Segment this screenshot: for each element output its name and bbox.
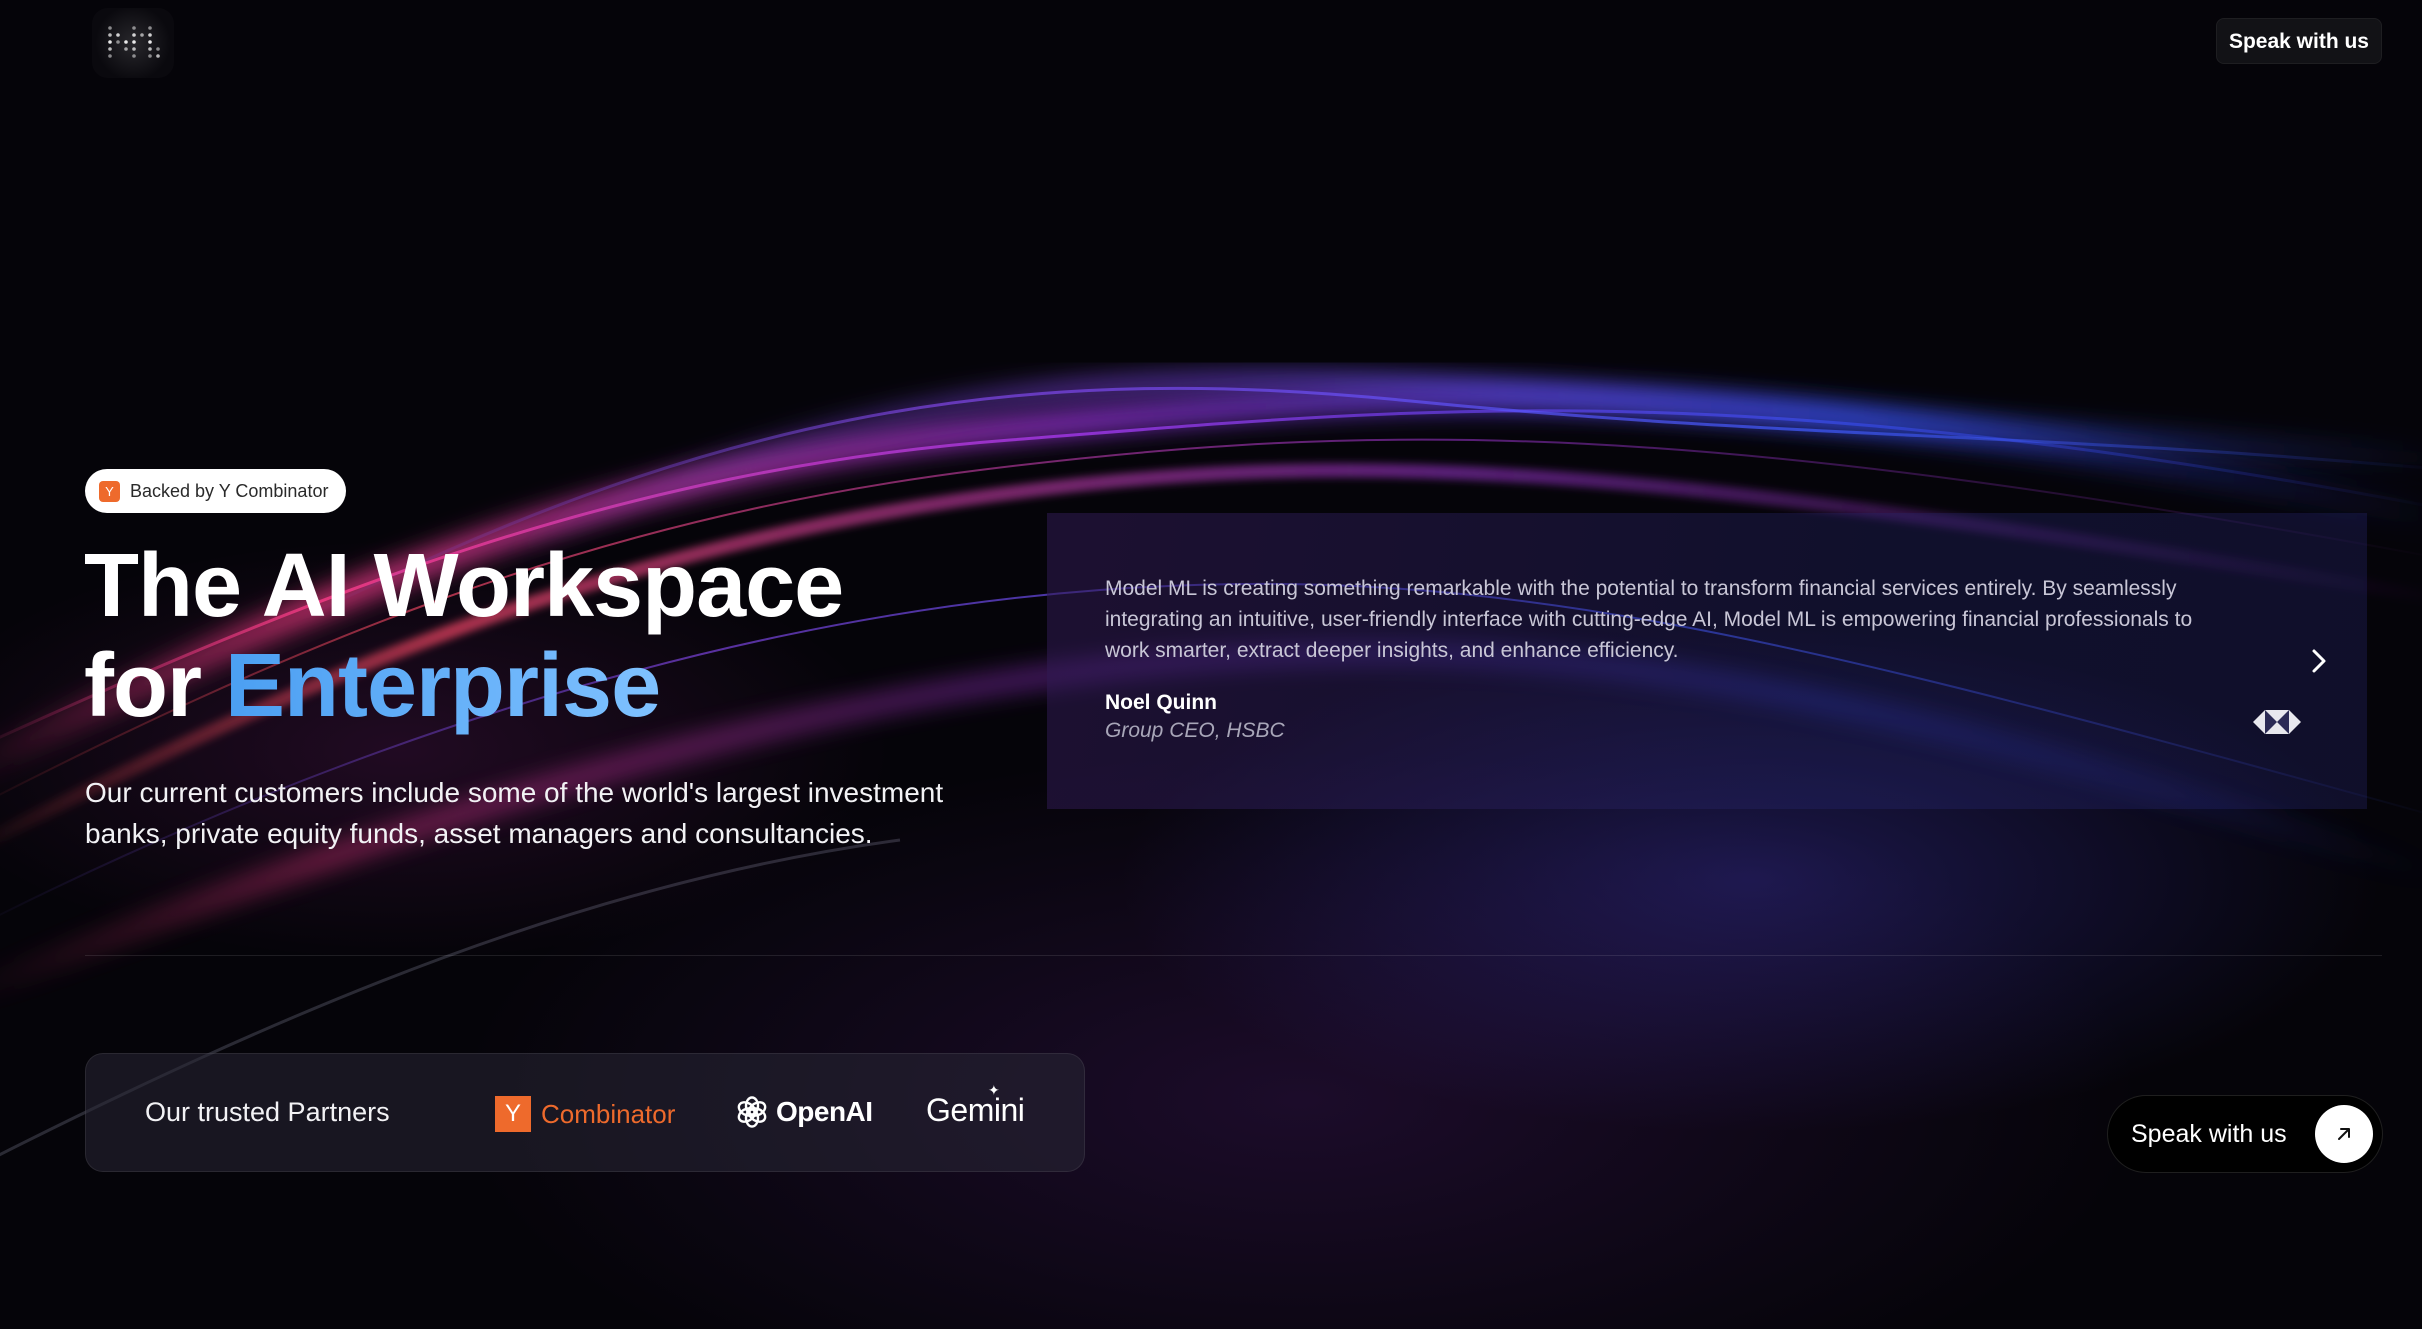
openai-knot-icon [737,1096,767,1128]
hsbc-hexagon-logo-icon [2253,709,2301,735]
hero-subtitle: Our current customers include some of th… [85,777,944,849]
hero-title-prefix: for [84,636,202,736]
modelml-dot-grid-logo-icon [108,26,160,58]
section-divider [85,955,2382,956]
gemini-wordmark: Gemini [926,1092,1025,1128]
yc-backed-badge[interactable]: Y Backed by Y Combinator [85,469,347,513]
yc-icon: Y [99,480,120,502]
testimonial-quote: Model ML is creating something remarkabl… [1105,577,2193,662]
openai-wordmark: OpenAI [776,1096,873,1127]
chevron-right-icon[interactable] [2301,643,2337,679]
testimonial-card: Model ML is creating something remarkabl… [1047,513,2367,809]
speak-with-us-button[interactable]: Speak with us [2107,1095,2383,1173]
hero-title-accent: Enterprise [225,636,661,736]
hero-title-line1: The AI Workspace [84,536,844,636]
partner-openai-logo: OpenAI [734,1094,873,1130]
partner-y-combinator-logo: Y Combinator [495,1096,675,1132]
yc-square-icon: Y [495,1096,531,1132]
trusted-partners-panel: Our trusted Partners Y Combinator OpenAI… [85,1053,1085,1172]
testimonial-author-role: Group CEO, HSBC [1105,719,1285,742]
gemini-sparkle-icon: ✦ [988,1082,1000,1098]
landing-page: Speak with us Y Backed by Y Combinator T… [0,0,2422,1329]
arrow-up-right-icon [2315,1105,2373,1163]
yc-wordmark: Combinator [541,1098,676,1129]
partner-gemini-logo: Gemini ✦ [926,1082,1025,1129]
speak-with-us-header-button[interactable]: Speak with us [2215,18,2382,64]
speak-with-us-label: Speak with us [2131,1120,2287,1148]
testimonial-author-name: Noel Quinn [1105,691,1217,714]
partners-label: Our trusted Partners [145,1097,390,1127]
brand-logo[interactable] [92,8,174,78]
badge-label: Backed by Y Combinator [130,481,329,501]
hero-title: The AI Workspace for Enterprise [84,536,844,736]
